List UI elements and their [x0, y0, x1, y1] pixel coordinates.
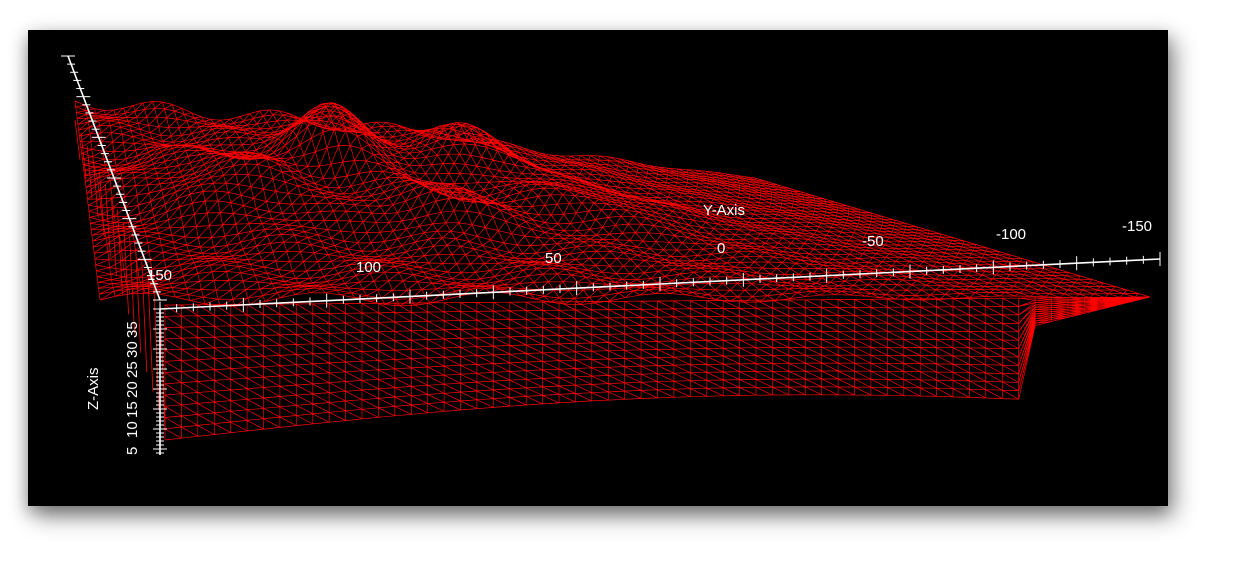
z-tick-label: 25: [124, 361, 141, 378]
z-tick-label: 10: [124, 421, 141, 438]
surface-mesh: [74, 100, 1151, 441]
z-tick-label: 5: [124, 447, 141, 455]
y-tick-label: -50: [862, 233, 884, 250]
z-tick-label: 15: [124, 401, 141, 418]
y-tick-label: 50: [545, 250, 562, 267]
y-tick-label: -100: [996, 226, 1026, 243]
surface-front-mesh: [164, 296, 1151, 441]
y-tick-label: -150: [1122, 218, 1152, 235]
y-tick-label: 100: [356, 259, 381, 276]
y-tick-label: 0: [717, 240, 725, 257]
z-tick-label: 35: [124, 321, 141, 338]
surface-plot: Y-Axis Z-Axis 150 100 50 0 -50 -100 -150…: [61, 55, 1161, 455]
z-tick-label: 20: [124, 381, 141, 398]
z-tick-label: 30: [124, 341, 141, 358]
z-axis-label: Z-Axis: [85, 368, 102, 411]
y-axis-label: Y-Axis: [703, 202, 745, 219]
surface-top-mesh: [74, 100, 1151, 307]
y-tick-label: 150: [147, 267, 172, 284]
axes: Y-Axis Z-Axis 150 100 50 0 -50 -100 -150…: [61, 55, 1161, 455]
